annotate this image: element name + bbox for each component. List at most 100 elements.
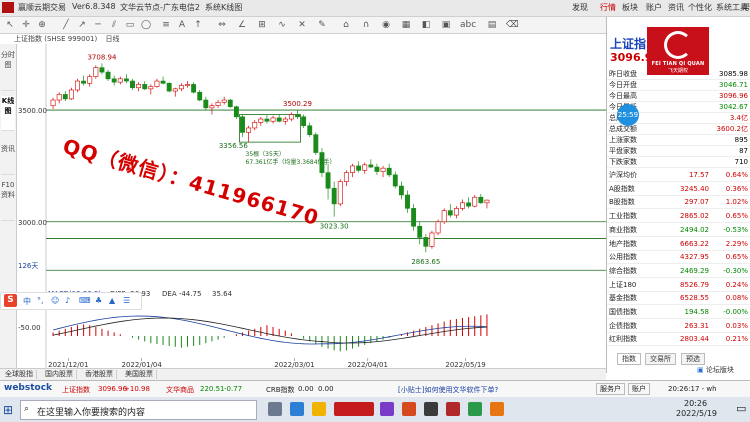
measure-tool-icon[interactable]: ⇔ (216, 19, 228, 31)
tab-hk[interactable]: 香港股票 (82, 370, 117, 379)
index-name: 上证指 (610, 37, 647, 51)
line-tool-icon[interactable]: ╱ (60, 19, 72, 31)
ime-punct-icon[interactable]: °, (37, 296, 44, 305)
tab-kline[interactable]: K线图 (1, 96, 15, 131)
tile-tool-icon[interactable]: ▤ (486, 19, 498, 31)
color-tool-icon[interactable]: ▣ (440, 19, 452, 31)
period-tool-icon[interactable]: ⊞ (256, 19, 268, 31)
menu-personalize[interactable]: 个性化 (688, 2, 712, 13)
stat-value: 3.4亿 (729, 114, 748, 122)
ime-menu-icon[interactable]: ☰ (123, 296, 130, 305)
status-idx3-name[interactable]: CRB指数 (266, 385, 295, 395)
tab-index[interactable]: 指数 (617, 353, 641, 365)
macd-dea: DEA -44.75 (162, 290, 201, 298)
ime-tool-icon[interactable]: ▲ (109, 296, 115, 305)
status-idx2-name[interactable]: 文华商品 (166, 385, 194, 395)
candle-body (240, 116, 245, 133)
tab-intraday[interactable]: 分时图 (1, 50, 15, 91)
explorer-icon[interactable] (312, 402, 326, 416)
wave-tool-icon[interactable]: ∿ (276, 19, 288, 31)
index-row[interactable]: 国债指数 194.58 -0.00% (607, 306, 750, 319)
chart-period[interactable]: 日线 (105, 35, 119, 43)
index-row[interactable]: 企债指数 263.31 0.03% (607, 320, 750, 333)
candle-body (276, 117, 282, 122)
eye-tool-icon[interactable]: ◉ (380, 19, 392, 31)
menu-news[interactable]: 资讯 (668, 2, 684, 13)
gann-tool-icon[interactable]: ✕ (296, 19, 308, 31)
text-tool-icon[interactable]: A (176, 19, 188, 31)
index-row-change: 0.64% (725, 171, 748, 179)
fib-tool-icon[interactable]: ≡ (160, 19, 172, 31)
tab-us[interactable]: 美国股票 (122, 370, 157, 379)
ellipse-tool-icon[interactable]: ◯ (140, 19, 152, 31)
ime-emoji-icon[interactable]: ☺ (51, 296, 59, 305)
browser-app-icon[interactable] (490, 402, 504, 416)
index-row-price: 263.31 (684, 321, 710, 330)
grid-tool-icon[interactable]: ▦ (400, 19, 412, 31)
index-row[interactable]: 公用指数 4327.95 0.65% (607, 251, 750, 265)
arrow-tool-icon[interactable]: ↑ (192, 19, 204, 31)
task-view-icon[interactable] (268, 402, 282, 416)
menu-discover[interactable]: 发现 (572, 2, 588, 13)
index-row[interactable]: 工业指数 2865.02 0.65% (607, 210, 750, 224)
index-row[interactable]: 地产指数 6663.22 2.29% (607, 238, 750, 251)
tab-global[interactable]: 全球股指 (2, 370, 37, 379)
index-row[interactable]: 商业指数 2494.02 -0.53% (607, 224, 750, 237)
windows-start-icon[interactable]: ⊞ (3, 403, 13, 417)
hline-tool-icon[interactable]: ─ (92, 19, 104, 31)
delete-tool-icon[interactable]: ✎ (316, 19, 328, 31)
index-row[interactable]: 沪深均价 17.57 0.64% (607, 169, 750, 182)
notification-icon[interactable]: ▭ (736, 402, 746, 415)
ime-lang-icon[interactable]: 中 (23, 296, 31, 307)
tab-news[interactable]: 资讯 (1, 144, 15, 175)
status-clock: 20:26:17 - wh (668, 385, 717, 393)
index-row[interactable]: A股指数 3245.40 0.36% (607, 183, 750, 196)
abc-tool-icon[interactable]: abc (460, 19, 476, 31)
pointer-icon[interactable]: ↖ (4, 19, 16, 31)
taskbar-date: 2022/5/19 (676, 409, 718, 418)
index-row[interactable]: 基金指数 6528.55 0.08% (607, 292, 750, 306)
timer-bubble[interactable]: 25:59 (617, 104, 639, 126)
style-tool-icon[interactable]: ◧ (420, 19, 432, 31)
rect-tool-icon[interactable]: ▭ (124, 19, 136, 31)
status-idx1-name[interactable]: 上证指数 (62, 385, 90, 395)
tab-domestic[interactable]: 国内股票 (42, 370, 77, 379)
ime-voice-icon[interactable]: ♪ (65, 296, 70, 305)
lock-tool-icon[interactable]: ⌂ (340, 19, 352, 31)
edge-icon[interactable] (290, 402, 304, 416)
trading-app-icon[interactable] (446, 402, 460, 416)
ray-tool-icon[interactable]: ↗ (76, 19, 88, 31)
crosshair-icon[interactable]: ✛ (20, 19, 32, 31)
index-row[interactable]: 上证180 8526.79 0.24% (607, 279, 750, 292)
zoom-icon[interactable]: ⊕ (36, 19, 48, 31)
index-row-price: 6528.55 (680, 294, 709, 303)
menu-quotes[interactable]: 行情 (600, 2, 616, 13)
service-button[interactable]: 服务户 (596, 383, 625, 395)
terminal-app-icon[interactable] (424, 402, 438, 416)
index-row[interactable]: 综合指数 2469.29 -0.30% (607, 265, 750, 278)
ime-skin-icon[interactable]: ♣ (95, 296, 102, 305)
tab-preselect[interactable]: 预选 (681, 353, 705, 365)
index-row[interactable]: 红利指数 2803.44 0.21% (607, 333, 750, 347)
taskbar-search[interactable]: ⌕ 在这里输入你要搜索的内容 (20, 400, 257, 420)
menu-sectors[interactable]: 板块 (622, 2, 638, 13)
magnet-tool-icon[interactable]: ∩ (360, 19, 372, 31)
forum-link[interactable]: ▣ 论坛版块 (697, 365, 734, 375)
recorder-app-icon[interactable] (334, 402, 374, 416)
channel-tool-icon[interactable]: ⫽ (108, 19, 120, 31)
chat-app-icon[interactable] (468, 402, 482, 416)
tab-exchange[interactable]: 交易所 (645, 353, 676, 365)
erase-tool-icon[interactable]: ⌫ (506, 19, 519, 31)
account-button[interactable]: 账户 (628, 383, 650, 395)
tab-f10[interactable]: F10资料 (1, 180, 15, 221)
video-app-icon[interactable] (380, 402, 394, 416)
ime-toolbar[interactable]: S 中 °, ☺ ♪ ⌨ ♣ ▲ ☰ (0, 292, 142, 310)
menu-help[interactable]: 帮助 (742, 2, 750, 13)
media-app-icon[interactable] (402, 402, 416, 416)
angle-tool-icon[interactable]: ∠ (236, 19, 248, 31)
ime-keyboard-icon[interactable]: ⌨ (79, 296, 91, 305)
status-tip[interactable]: [小贴士]如何使用文华软件下单? (398, 385, 498, 395)
sogou-icon[interactable]: S (4, 294, 17, 307)
index-row[interactable]: B股指数 297.07 1.02% (607, 196, 750, 210)
menu-account[interactable]: 账户 (646, 2, 662, 13)
